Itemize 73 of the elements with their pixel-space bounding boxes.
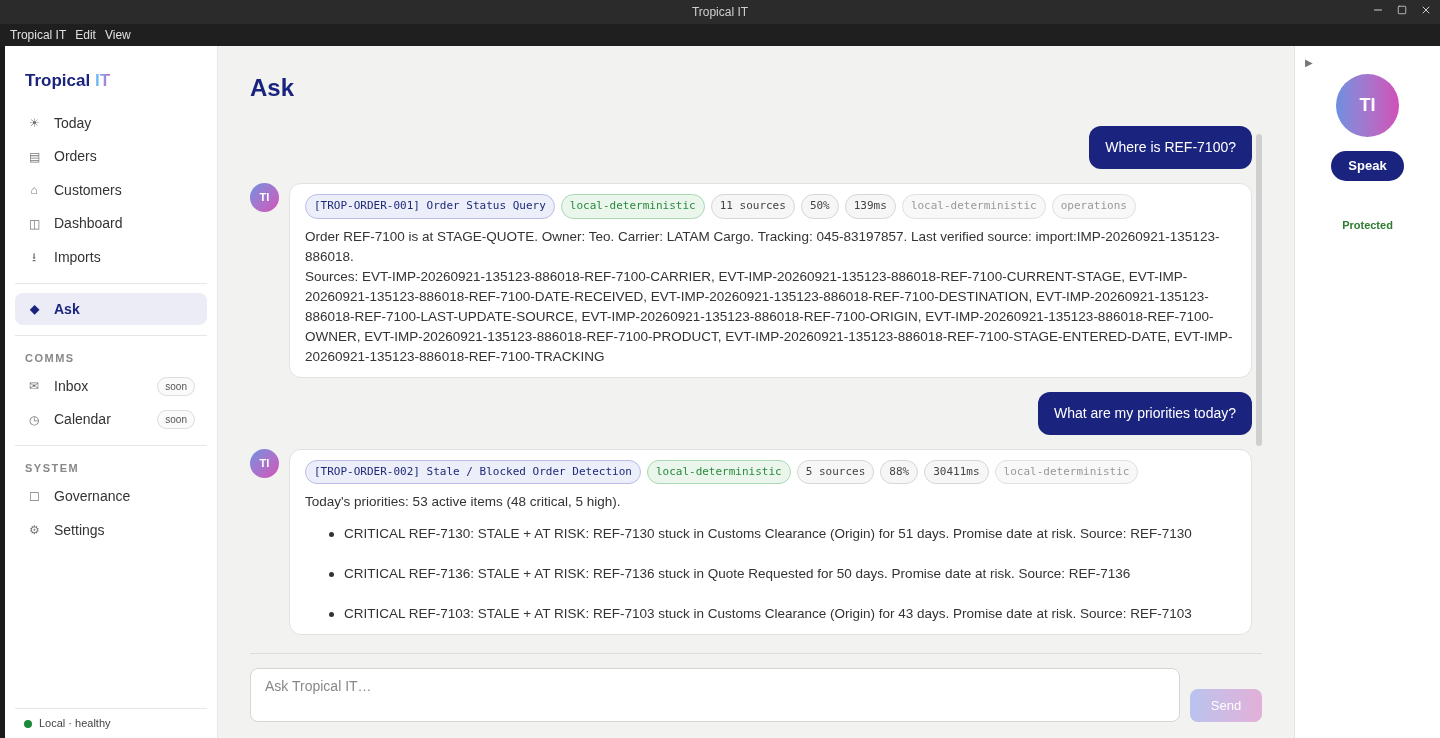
meta-chip: operations xyxy=(1051,194,1136,219)
assistant-avatar: TI xyxy=(1336,74,1399,137)
bullet-icon xyxy=(329,572,334,577)
soon-badge: soon xyxy=(157,410,195,429)
soon-badge: soon xyxy=(157,376,195,396)
page-title: Ask xyxy=(250,73,296,103)
nav-icon: ☐ xyxy=(27,487,41,506)
meta-chip: local-deterministic xyxy=(994,459,1139,484)
nav-item[interactable]: ◆ Ask xyxy=(15,293,207,325)
nav-icon: ◫ xyxy=(27,214,41,233)
brand-logo: Tropical IT xyxy=(25,70,112,92)
meta-chip: [TROP-ORDER-002] Stale / Blocked Order Detection xyxy=(305,459,641,484)
section-heading: COMMS xyxy=(25,350,76,366)
nav-label: Calendar xyxy=(54,410,112,429)
nav-icon: ⚙ xyxy=(27,521,41,539)
speak-button[interactable]: Speak xyxy=(1331,151,1404,181)
nav-item[interactable]: ▤ Orders xyxy=(15,140,207,173)
protection-status: Protected xyxy=(1342,218,1393,233)
nav-label: Ask xyxy=(54,299,81,319)
nav-icon: ◆ xyxy=(27,300,41,318)
nav-item[interactable]: ⭳ Imports xyxy=(15,241,207,273)
answer-text: Order REF-7100 is at STAGE-QUOTE. Owner: Teo. Carrier: LATAM Cargo. Tracking: 045-83197857. Last verified source: import:IMP-20260921-135123-886018. xyxy=(305,227,1221,266)
status-label: Local · healthy xyxy=(39,716,111,732)
priority-item: CRITICAL REF-7130: STALE + AT RISK: REF-7130 stuck in Customs Clearance (Origin) for 51 days. Promise date at risk. Source: REF-7130 xyxy=(344,525,1192,543)
nav-label: Today xyxy=(54,113,93,133)
close-icon[interactable] xyxy=(1420,4,1432,16)
meta-chip: local-deterministic xyxy=(560,194,705,219)
priority-item: CRITICAL REF-7136: STALE + AT RISK: REF-7136 stuck in Quote Requested for 50 days. Promise date at risk. Source: REF-7136 xyxy=(344,565,1131,583)
nav-label: Customers xyxy=(54,180,123,200)
meta-chip: [TROP-ORDER-001] Order Status Query xyxy=(305,194,555,219)
collapse-toggle[interactable]: ▶ xyxy=(1305,55,1313,70)
nav-label: Imports xyxy=(54,247,102,267)
nav-label: Dashboard xyxy=(54,214,124,233)
nav-icon: ◷ xyxy=(27,410,41,429)
nav-icon: ⭳ xyxy=(27,248,41,266)
meta-chip: 30411ms xyxy=(924,459,989,484)
nav-label: Orders xyxy=(54,147,98,166)
meta-chip: local-deterministic xyxy=(901,194,1046,219)
assistant-avatar: TI xyxy=(250,183,279,212)
meta-chip: 50% xyxy=(800,194,839,219)
meta-chip: 11 sources xyxy=(710,194,795,219)
nav-item[interactable]: ✉ Inbox soon xyxy=(15,370,207,402)
meta-chip: 139ms xyxy=(844,194,896,219)
nav-item[interactable]: ◷ Calendar soon xyxy=(15,403,207,436)
meta-chip: local-deterministic xyxy=(646,459,791,484)
maximize-icon[interactable] xyxy=(1397,5,1407,15)
bullet-icon xyxy=(329,612,334,617)
nav-icon: ☀ xyxy=(27,114,41,132)
nav-item[interactable]: ◫ Dashboard xyxy=(15,207,207,240)
nav-icon: ▤ xyxy=(27,147,41,166)
nav-item[interactable]: ⚙ Settings xyxy=(15,514,207,546)
nav-icon: ⌂ xyxy=(27,181,41,199)
window-title: Tropical IT xyxy=(691,4,749,21)
meta-chip: 5 sources xyxy=(796,459,875,484)
section-heading: SYSTEM xyxy=(25,461,81,476)
priority-item: CRITICAL REF-7103: STALE + AT RISK: REF-7103 stuck in Customs Clearance (Origin) for 43 days. Promise date at risk. Source: REF-7103 xyxy=(344,605,1192,623)
nav-label: Inbox xyxy=(54,376,90,396)
answer-text: Sources: EVT-IMP-20260921-135123-886018-REF-7100-CARRIER, EVT-IMP-20260921-135123-886018-REF-7100-CURRENT-STAGE, EVT-IMP-20260921-135123-886018-REF-7100-DATE-RECEIVED, EVT-IMP-20260921-135123-886018-REF-7100-DESTINATION, EVT-IMP-20260921-135123-886018-REF-7100-LAST-UPDATE-SOURCE, EVT-IMP-20260921-135123-886018-REF-7100-ORIGIN, EVT-IMP-20260921-135123-886018-REF-7100-OWNER, EVT-IMP-20260921-135123-886018-REF-7100-PRODUCT, EVT-IMP-20260921-135123-886018-REF-7100-STAGE-ENTERED-DATE, EVT-IMP-20260921-135123-886018-REF-7100-TRACKING xyxy=(305,267,1234,366)
nav-label: Governance xyxy=(54,487,132,506)
nav-item[interactable]: ⌂ Customers xyxy=(15,174,207,206)
answer-text: Today's priorities: 53 active items (48 critical, 5 high). xyxy=(305,493,622,511)
nav-icon: ✉ xyxy=(27,377,41,395)
menu-item[interactable]: Tropical IT xyxy=(10,26,67,44)
bullet-icon xyxy=(329,532,334,537)
menu-item[interactable]: View xyxy=(104,26,131,44)
assistant-avatar: TI xyxy=(250,448,279,478)
user-message: Where is REF-7100? xyxy=(1089,126,1252,169)
menu-item[interactable]: Edit xyxy=(75,26,96,44)
nav-item[interactable]: ☐ Governance xyxy=(15,480,207,513)
user-message: What are my priorities today? xyxy=(1037,391,1252,435)
nav-item[interactable]: ☀ Today xyxy=(15,107,207,139)
nav-label: Settings xyxy=(54,520,106,540)
meta-chip: 88% xyxy=(880,459,919,484)
